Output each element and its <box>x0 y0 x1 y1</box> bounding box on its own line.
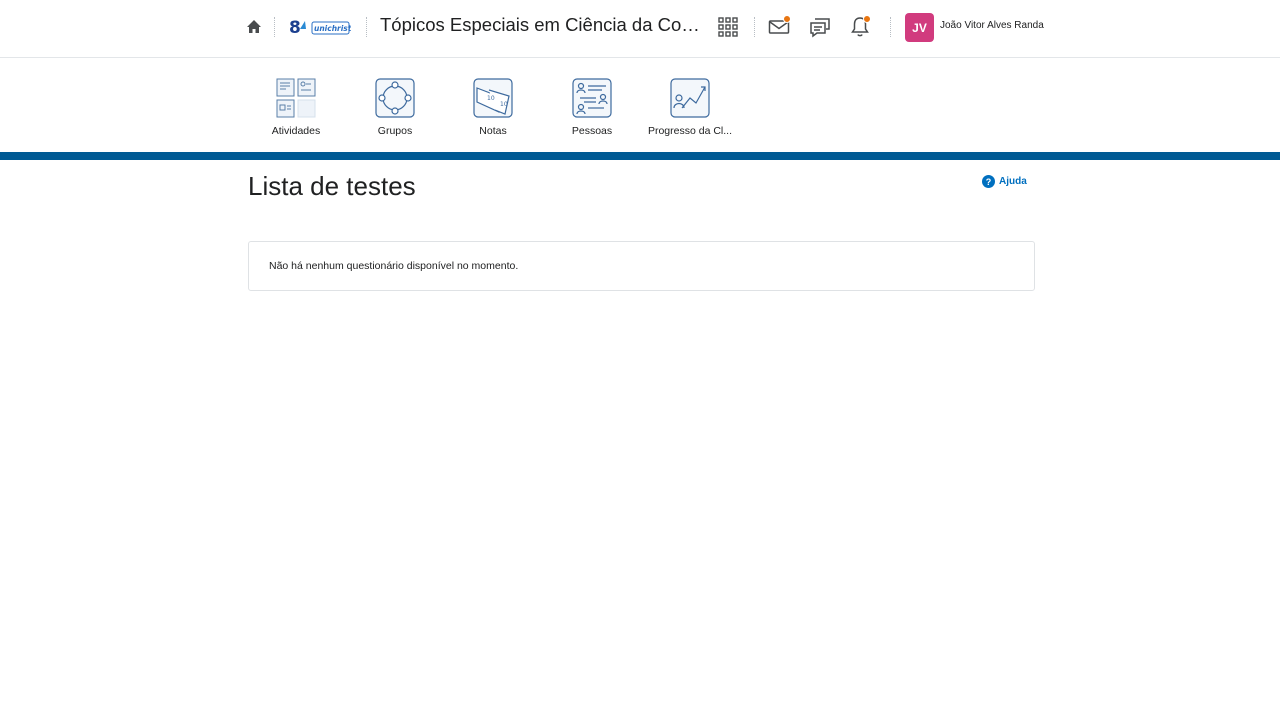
svg-text:10: 10 <box>500 101 508 108</box>
institution-logo[interactable]: 8 unichristus <box>289 16 362 38</box>
grades-icon: 10 10 <box>473 78 513 118</box>
svg-text:10: 10 <box>487 95 495 102</box>
notifications-button[interactable] <box>848 15 872 39</box>
people-icon <box>572 78 612 118</box>
course-navbar: Atividades Grupos 10 10 Notas Pessoas Pr… <box>0 58 1280 152</box>
help-link[interactable]: ? Ajuda <box>982 175 1027 188</box>
nav-item-label: Pessoas <box>571 125 613 137</box>
class-progress-icon <box>670 78 710 118</box>
nav-item-grupos[interactable]: Grupos <box>347 78 443 137</box>
header-divider <box>366 17 367 37</box>
header-divider <box>754 17 755 37</box>
groups-icon <box>375 78 415 118</box>
nav-item-label: Atividades <box>271 125 321 137</box>
nav-item-label: Progresso da Cl... <box>647 125 733 137</box>
chat-icon <box>810 18 830 38</box>
help-label: Ajuda <box>999 176 1027 187</box>
empty-state-panel: Não há nenhum questionário disponível no… <box>248 241 1035 291</box>
user-name[interactable]: João Vitor Alves Randa <box>940 20 1044 31</box>
nav-item-atividades[interactable]: Atividades <box>248 78 344 137</box>
nav-item-progresso[interactable]: Progresso da Cl... <box>642 78 738 137</box>
nav-item-label: Grupos <box>377 125 413 137</box>
svg-text:8: 8 <box>289 18 301 38</box>
notification-dot <box>783 15 791 23</box>
nav-item-label: Notas <box>479 125 507 137</box>
top-header: 8 unichristus Tópicos Especiais em Ciênc… <box>0 0 1280 58</box>
avatar[interactable]: JV <box>905 13 934 42</box>
home-button[interactable] <box>244 17 264 37</box>
navbar-accent-band <box>0 152 1280 160</box>
waffle-grid-icon <box>718 17 738 37</box>
notification-dot <box>863 15 871 23</box>
course-title[interactable]: Tópicos Especiais em Ciência da Compu... <box>380 14 700 36</box>
header-divider <box>890 17 891 37</box>
header-divider <box>274 17 275 37</box>
empty-state-message: Não há nenhum questionário disponível no… <box>269 260 519 272</box>
activities-icon <box>276 78 316 118</box>
messages-button[interactable] <box>767 15 791 39</box>
course-selector-button[interactable] <box>716 15 740 39</box>
home-icon <box>247 20 261 33</box>
help-icon: ? <box>982 175 995 188</box>
svg-text:unichristus: unichristus <box>314 24 351 33</box>
discussions-button[interactable] <box>808 15 832 39</box>
page-title: Lista de testes <box>248 171 416 201</box>
nav-item-notas[interactable]: 10 10 Notas <box>445 78 541 137</box>
nav-item-pessoas[interactable]: Pessoas <box>544 78 640 137</box>
